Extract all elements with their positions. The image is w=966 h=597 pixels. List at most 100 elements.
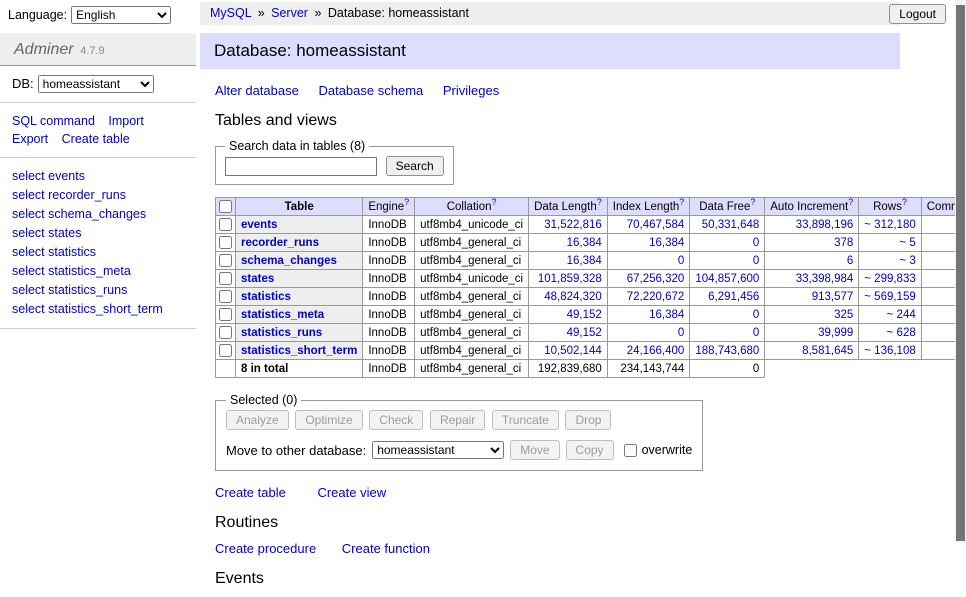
data-length-link[interactable]: 10,502,144 (544, 345, 602, 357)
data-length-link[interactable]: 101,859,328 (538, 273, 602, 285)
index-length-link[interactable]: 0 (678, 255, 684, 267)
language-select[interactable]: English (71, 6, 171, 24)
table-name-link[interactable]: schema_changes (241, 255, 337, 267)
search-input[interactable] (225, 157, 377, 176)
create-procedure-link[interactable]: Create procedure (215, 541, 316, 556)
sidebar-link-select-statistics[interactable]: select statistics (12, 243, 184, 262)
create-table-link-bottom[interactable]: Create table (215, 485, 286, 500)
table-name-link[interactable]: statistics_short_term (241, 345, 357, 357)
row-checkbox[interactable] (219, 344, 232, 357)
vertical-scrollbar[interactable] (955, 0, 966, 543)
sql-command-link[interactable]: SQL command (12, 114, 95, 128)
row-checkbox[interactable] (219, 254, 232, 267)
collation-help-link[interactable]: ? (491, 197, 496, 207)
index-length-link[interactable]: 16,384 (649, 237, 684, 249)
privileges-link[interactable]: Privileges (443, 83, 499, 98)
data-free-help-link[interactable]: ? (750, 197, 755, 207)
sidebar-link-select-statistics-short-term[interactable]: select statistics_short_term (12, 300, 184, 319)
data-free-link[interactable]: 0 (753, 237, 759, 249)
row-checkbox[interactable] (219, 326, 232, 339)
data-free-link[interactable]: 50,331,648 (702, 219, 760, 231)
copy-button[interactable]: Copy (566, 440, 614, 460)
drop-button[interactable]: Drop (565, 410, 611, 430)
index-length-link[interactable]: 24,166,400 (627, 345, 685, 357)
alter-database-link[interactable]: Alter database (215, 83, 299, 98)
row-checkbox[interactable] (219, 290, 232, 303)
auto-increment-link[interactable]: 6 (847, 255, 853, 267)
data-free-link[interactable]: 0 (753, 255, 759, 267)
index-length-link[interactable]: 16,384 (649, 309, 684, 321)
auto-increment-link[interactable]: 33,398,984 (796, 273, 854, 285)
data-length-link[interactable]: 49,152 (567, 309, 602, 321)
index-length-link[interactable]: 0 (678, 327, 684, 339)
rows-count-link[interactable]: ~ 569,159 (864, 291, 915, 303)
data-length-link[interactable]: 49,152 (567, 327, 602, 339)
data-length-link[interactable]: 48,824,320 (544, 291, 602, 303)
create-view-link[interactable]: Create view (317, 485, 386, 500)
auto-increment-link[interactable]: 378 (834, 237, 853, 249)
rows-help-link[interactable]: ? (902, 197, 907, 207)
move-db-select[interactable]: homeassistant (372, 441, 504, 459)
table-name-link[interactable]: events (241, 219, 277, 231)
data-length-help-link[interactable]: ? (597, 197, 602, 207)
repair-button[interactable]: Repair (430, 410, 485, 430)
auto-increment-link[interactable]: 913,577 (812, 291, 854, 303)
sidebar-link-select-statistics-runs[interactable]: select statistics_runs (12, 281, 184, 300)
create-function-link[interactable]: Create function (342, 541, 430, 556)
rows-count-link[interactable]: ~ 299,833 (864, 273, 915, 285)
auto-increment-help-link[interactable]: ? (848, 197, 853, 207)
data-free-link[interactable]: 0 (753, 327, 759, 339)
check-button[interactable]: Check (369, 410, 423, 430)
check-all-checkbox[interactable] (219, 200, 232, 213)
sidebar-link-select-events[interactable]: select events (12, 167, 184, 186)
index-length-help-link[interactable]: ? (679, 197, 684, 207)
search-button[interactable]: Search (386, 156, 444, 176)
index-length-link[interactable]: 70,467,584 (627, 219, 685, 231)
sidebar-link-select-recorder-runs[interactable]: select recorder_runs (12, 186, 184, 205)
data-free-link[interactable]: 6,291,456 (708, 291, 759, 303)
data-free-link[interactable]: 0 (753, 309, 759, 321)
create-table-link[interactable]: Create table (62, 132, 130, 146)
auto-increment-link[interactable]: 325 (834, 309, 853, 321)
sidebar-link-select-schema-changes[interactable]: select schema_changes (12, 205, 184, 224)
row-checkbox[interactable] (219, 236, 232, 249)
database-schema-link[interactable]: Database schema (318, 83, 423, 98)
index-length-link[interactable]: 72,220,672 (627, 291, 685, 303)
auto-increment-link[interactable]: 33,898,196 (796, 219, 854, 231)
optimize-button[interactable]: Optimize (295, 410, 362, 430)
rows-count-link[interactable]: ~ 244 (887, 309, 916, 321)
truncate-button[interactable]: Truncate (492, 410, 559, 430)
row-checkbox[interactable] (219, 272, 232, 285)
row-checkbox[interactable] (219, 308, 232, 321)
data-free-link[interactable]: 104,857,600 (695, 273, 759, 285)
import-link[interactable]: Import (108, 114, 143, 128)
table-name-link[interactable]: recorder_runs (241, 237, 319, 249)
table-name-link[interactable]: statistics_meta (241, 309, 324, 321)
rows-count-link[interactable]: ~ 5 (899, 237, 915, 249)
data-length-link[interactable]: 16,384 (567, 255, 602, 267)
rows-count-link[interactable]: ~ 136,108 (864, 345, 915, 357)
sidebar-link-select-statistics-meta[interactable]: select statistics_meta (12, 262, 184, 281)
auto-increment-link[interactable]: 39,999 (818, 327, 853, 339)
rows-count-link[interactable]: ~ 3 (899, 255, 915, 267)
export-link[interactable]: Export (12, 132, 48, 146)
table-name-link[interactable]: statistics_runs (241, 327, 322, 339)
data-free-link[interactable]: 188,743,680 (695, 345, 759, 357)
adminer-logo-link[interactable]: Adminer (14, 41, 74, 58)
move-button[interactable]: Move (510, 440, 559, 460)
row-checkbox[interactable] (219, 218, 232, 231)
sidebar-link-select-states[interactable]: select states (12, 224, 184, 243)
rows-count-link[interactable]: ~ 312,180 (864, 219, 915, 231)
auto-increment-link[interactable]: 8,581,645 (802, 345, 853, 357)
scrollbar-thumb[interactable] (956, 5, 965, 541)
index-length-link[interactable]: 67,256,320 (627, 273, 685, 285)
engine-help-link[interactable]: ? (404, 197, 409, 207)
db-select[interactable]: homeassistant (38, 75, 154, 93)
table-name-link[interactable]: states (241, 273, 274, 285)
data-length-link[interactable]: 31,522,816 (544, 219, 602, 231)
analyze-button[interactable]: Analyze (226, 410, 289, 430)
rows-count-link[interactable]: ~ 628 (887, 327, 916, 339)
overwrite-checkbox[interactable] (624, 444, 637, 457)
table-name-link[interactable]: statistics (241, 291, 291, 303)
data-length-link[interactable]: 16,384 (567, 237, 602, 249)
